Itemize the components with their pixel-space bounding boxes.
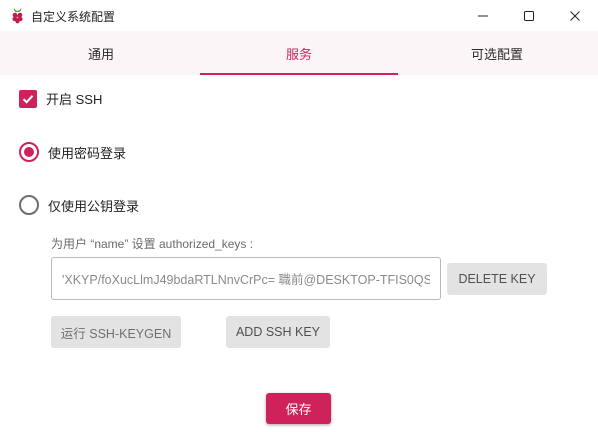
active-tab-indicator — [200, 73, 398, 75]
tab-services[interactable]: 服务 — [200, 31, 398, 75]
enable-ssh-checkbox[interactable] — [19, 89, 37, 108]
tab-general[interactable]: 通用 — [2, 31, 200, 75]
close-icon — [570, 10, 580, 21]
raspberry-icon — [12, 8, 23, 24]
authorized-key-field[interactable] — [51, 257, 441, 300]
maximize-button[interactable] — [506, 0, 552, 31]
enable-ssh-label: 开启 SSH — [46, 92, 103, 107]
checkmark-icon — [22, 94, 34, 104]
tab-bar: 通用 服务 可选配置 — [0, 31, 598, 75]
add-ssh-key-button[interactable]: ADD SSH KEY — [226, 316, 330, 348]
window-title: 自定义系统配置 — [31, 10, 116, 24]
pubkey-login-radio[interactable] — [19, 195, 39, 215]
maximize-icon — [524, 10, 534, 21]
minimize-button[interactable] — [460, 0, 506, 31]
title-bar: 自定义系统配置 — [0, 0, 598, 31]
enable-ssh-row[interactable]: 开启 SSH — [19, 89, 102, 108]
radio-selected-dot — [24, 147, 34, 157]
authorized-key-input[interactable] — [52, 258, 440, 299]
pubkey-login-label: 仅使用公钥登录 — [48, 198, 140, 214]
pubkey-login-row[interactable]: 仅使用公钥登录 — [19, 195, 139, 215]
authorized-keys-label: 为用户 “name” 设置 authorized_keys : — [51, 237, 254, 251]
close-button[interactable] — [552, 0, 598, 31]
settings-window: 自定义系统配置 通用 服务 可选配置 开启 SSH 使用密码登录 仅使用公钥登录… — [0, 0, 598, 432]
minimize-icon — [478, 15, 488, 16]
tab-options[interactable]: 可选配置 — [398, 31, 596, 75]
ssh-keygen-button[interactable]: 运行 SSH-KEYGEN — [51, 316, 181, 348]
save-button[interactable]: 保存 — [266, 393, 331, 424]
password-login-radio[interactable] — [19, 142, 39, 162]
password-login-label: 使用密码登录 — [48, 145, 127, 161]
password-login-row[interactable]: 使用密码登录 — [19, 142, 126, 162]
delete-key-button[interactable]: DELETE KEY — [447, 263, 547, 295]
